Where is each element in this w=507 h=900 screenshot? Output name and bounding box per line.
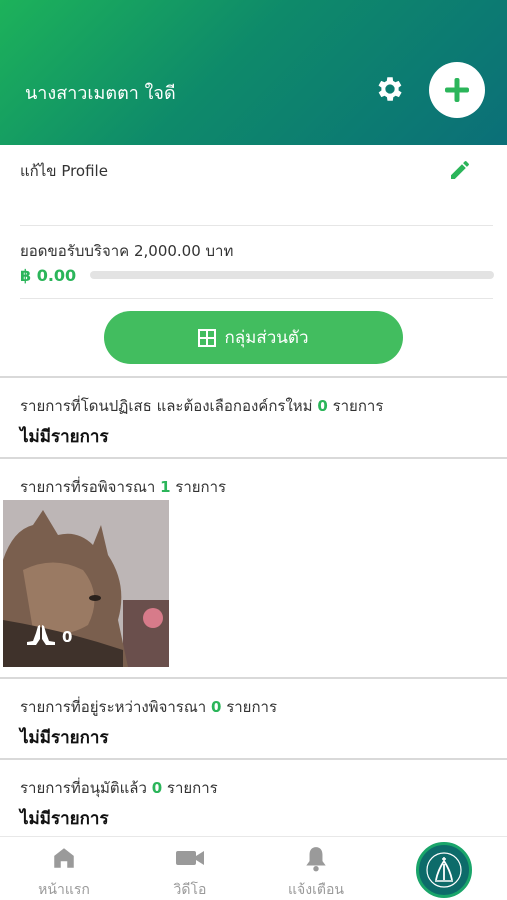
approved-title-suffix: รายการ [166, 779, 218, 797]
gear-icon[interactable] [374, 73, 406, 105]
pencil-icon[interactable] [448, 158, 472, 186]
in-review-empty-text: ไม่มีรายการ [20, 728, 109, 748]
approved-title-text: รายการที่อนุมัติแล้ว [20, 779, 147, 797]
grid-icon [198, 328, 217, 347]
rejected-title-suffix: รายการ [332, 397, 384, 415]
rejected-count: 0 [317, 397, 328, 415]
in-review-count: 0 [210, 698, 222, 716]
video-camera-icon [176, 851, 204, 865]
nav-home-label: หน้าแรก [38, 882, 90, 898]
section-separator [0, 758, 507, 760]
pending-section-title: รายการที่รอพิจารณา 1 รายการ [20, 475, 226, 499]
section-separator [0, 376, 507, 378]
approved-section-title: รายการที่อนุมัติแล้ว 0 รายการ [20, 776, 218, 800]
divider [20, 298, 493, 299]
in-review-title-text: รายการที่อยู่ระหว่างพิจารณา [20, 698, 207, 716]
praying-hands-icon[interactable] [25, 623, 57, 647]
app-header: นางสาวเมตตา ใจดี [0, 0, 507, 145]
private-group-label: กลุ่มส่วนตัว [224, 328, 309, 348]
edit-profile-row[interactable]: แก้ไข Profile [0, 145, 507, 225]
donation-progress-bar [90, 271, 494, 279]
rejected-title-text: รายการที่โดนปฏิเสธ และต้องเลือกองค์กรใหม… [20, 397, 313, 415]
pending-count: 1 [160, 478, 171, 496]
donation-current-value: ฿ 0.00 [20, 266, 77, 285]
pending-title-suffix: รายการ [175, 478, 227, 496]
user-name: นางสาวเมตตา ใจดี [25, 83, 176, 104]
pending-item-thumbnail[interactable]: 0 [3, 500, 169, 667]
section-separator [0, 677, 507, 679]
nav-video-label: วิดีโอ [173, 882, 207, 898]
divider [20, 225, 493, 226]
add-button[interactable] [429, 62, 485, 118]
approved-count: 0 [151, 779, 163, 797]
private-group-button[interactable]: กลุ่มส่วนตัว [104, 311, 403, 364]
plus-icon [445, 78, 469, 102]
nav-notifications-label: แจ้งเตือน [288, 882, 344, 898]
nav-notifications[interactable]: แจ้งเตือน [266, 837, 366, 900]
approved-empty-text: ไม่มีรายการ [20, 809, 109, 829]
section-separator [0, 457, 507, 459]
temple-logo-icon [426, 852, 462, 888]
nav-home[interactable]: หน้าแรก [14, 837, 114, 900]
pending-title-text: รายการที่รอพิจารณา [20, 478, 156, 496]
rejected-section-title: รายการที่โดนปฏิเสธ และต้องเลือกองค์กรใหม… [20, 394, 383, 418]
in-review-title-suffix: รายการ [226, 698, 278, 716]
pray-count: 0 [62, 628, 73, 646]
bell-icon [306, 847, 326, 872]
in-review-section-title: รายการที่อยู่ระหว่างพิจารณา 0 รายการ [20, 695, 277, 719]
edit-profile-label: แก้ไข Profile [20, 162, 108, 180]
nav-video[interactable]: วิดีโอ [140, 837, 240, 900]
home-icon [54, 848, 74, 868]
rejected-empty-text: ไม่มีรายการ [20, 427, 109, 447]
app-logo-button[interactable] [416, 842, 472, 898]
donation-target-label: ยอดขอรับบริจาค 2,000.00 บาท [20, 242, 234, 260]
